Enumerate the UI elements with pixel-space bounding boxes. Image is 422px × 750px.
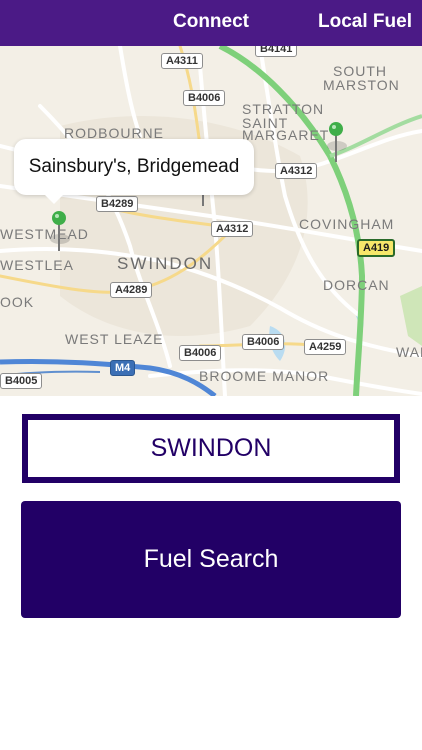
place-label: DORCAN <box>323 277 390 293</box>
road-label: B4289 <box>96 196 139 212</box>
callout-pointer <box>44 194 64 204</box>
place-label-swindon: SWINDON <box>117 254 214 273</box>
road-label: A4312 <box>275 163 318 179</box>
place-label: WEST LEAZE <box>65 331 164 347</box>
fuel-search-button[interactable]: Fuel Search <box>21 501 401 618</box>
road-label: B4006 <box>179 345 222 361</box>
road-label: B4005 <box>0 373 43 389</box>
callout-station-name: Sainsbury's, Bridgemead <box>28 156 240 177</box>
place-label: OOK <box>0 294 35 310</box>
road-label: A4312 <box>211 221 254 237</box>
town-search-field[interactable]: SWINDON <box>22 414 400 483</box>
local-fuel-button[interactable]: Local Fuel <box>318 0 412 46</box>
map-callout[interactable]: Sainsbury's, Bridgemead <box>14 139 254 195</box>
place-label: COVINGHAM <box>299 216 395 232</box>
place-label: MARSTON <box>323 77 400 93</box>
place-label: WAN <box>396 344 422 360</box>
place-label: WESTMEAD <box>0 226 89 242</box>
road-label: B4141 <box>255 46 298 57</box>
road-label: A419 <box>357 239 396 257</box>
connect-button[interactable]: Connect <box>173 0 249 46</box>
place-label: WESTLEA <box>0 257 74 273</box>
road-label: B4006 <box>242 334 285 350</box>
road-label: M4 <box>110 360 136 376</box>
road-label: A4289 <box>110 282 153 298</box>
place-label: BROOME MANOR <box>199 368 330 384</box>
road-label: A4311 <box>161 53 203 69</box>
road-label: A4259 <box>304 339 347 355</box>
place-label: MARGARET <box>242 127 330 143</box>
map-view[interactable]: RODBOURNE WESTMEAD WESTLEA OOK SWINDON S… <box>0 46 422 396</box>
navigation-bar: Connect Local Fuel <box>0 0 422 46</box>
road-label: B4006 <box>183 90 226 106</box>
